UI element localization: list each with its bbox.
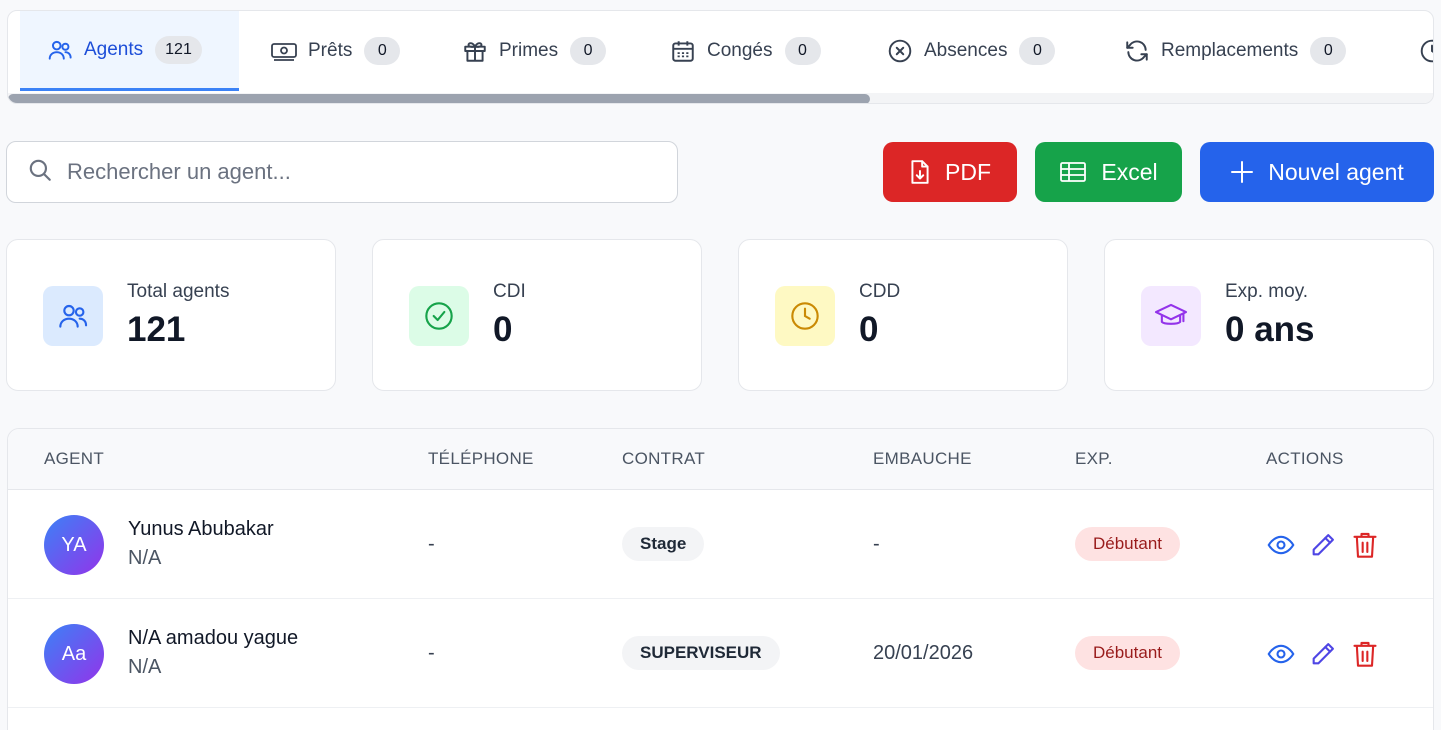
tab-label: Primes [499,40,559,61]
stat-label: Total agents [127,281,230,302]
column-header-agent[interactable]: AGENT [44,449,104,469]
agent-name[interactable]: Yunus Abubakar [128,518,274,541]
tab-remplacements[interactable]: Remplacements 0 [1123,11,1347,91]
tab-label: Remplacements [1161,40,1299,61]
tab-prets[interactable]: Prêts 0 [270,11,401,91]
experience-badge: Débutant [1075,527,1180,561]
stat-exp-moy: Exp. moy. 0 ans [1104,239,1434,391]
users-icon [43,286,103,346]
users-icon [46,36,74,64]
agent-name[interactable]: N/A amadou yague [128,627,298,650]
x-circle-icon [886,37,914,65]
agent-subtitle: N/A [128,547,162,569]
gift-icon [461,37,489,65]
search-input[interactable] [67,159,627,185]
clock-icon [1418,37,1433,65]
stat-total-agents: Total agents 121 [6,239,336,391]
edit-pencil-icon[interactable] [1308,639,1338,669]
check-circle-icon [409,286,469,346]
banknote-icon [270,37,298,65]
delete-trash-icon[interactable] [1350,639,1380,669]
file-download-icon [909,159,931,185]
sheet-icon [1059,160,1087,184]
tab-label: Congés [707,40,773,61]
tab-primes[interactable]: Primes 0 [461,11,607,91]
agent-phone: - [428,642,435,664]
stat-value: 0 [493,310,513,349]
avatar: YA [44,515,104,575]
column-header-actions: ACTIONS [1266,449,1344,468]
scrollbar-thumb[interactable] [8,94,870,103]
refresh-icon [1123,37,1151,65]
agent-phone: - [428,533,435,555]
tab-count: 0 [1019,37,1056,65]
hire-date: - [873,533,880,555]
excel-label: Excel [1101,158,1158,185]
avatar: Aa [44,624,104,684]
tab-count: 0 [570,37,607,65]
tab-count: 0 [784,37,821,65]
edit-pencil-icon[interactable] [1308,530,1338,560]
experience-badge: Débutant [1075,636,1180,670]
stat-cdd: CDD 0 [738,239,1068,391]
new-agent-label: Nouvel agent [1268,158,1404,185]
stat-label: CDI [493,281,526,302]
new-agent-button[interactable]: Nouvel agent [1200,142,1434,202]
stat-label: Exp. moy. [1225,281,1309,302]
stat-cdi: CDI 0 [372,239,702,391]
stat-value: 121 [127,310,186,349]
stat-label: CDD [859,281,901,302]
table-header: AGENT TÉLÉPHONE CONTRAT EMBAUCHE EXP. AC… [8,429,1433,490]
stat-value: 0 [859,310,879,349]
pdf-label: PDF [945,158,991,185]
contract-badge: Stage [622,527,705,561]
hire-date: 20/01/2026 [873,642,974,664]
search-box[interactable] [6,141,678,203]
view-eye-icon[interactable] [1266,530,1296,560]
column-header-exp[interactable]: EXP. [1075,449,1113,469]
stat-value: 0 ans [1225,310,1315,349]
tab-count: 0 [364,37,401,65]
delete-trash-icon[interactable] [1350,530,1380,560]
tab-count: 121 [155,35,202,64]
agent-subtitle: N/A [128,656,162,678]
column-header-embauche[interactable]: EMBAUCHE [873,449,972,469]
tab-agents[interactable]: Agents 121 [20,11,239,91]
clock-icon [775,286,835,346]
plus-icon [1230,160,1254,184]
tab-more[interactable] [1418,11,1433,91]
tab-bar: Agents 121 Prêts 0 Primes 0 Congés 0 Abs… [7,10,1434,104]
export-pdf-button[interactable]: PDF [883,142,1017,202]
table-row[interactable]: YA Yunus Abubakar N/A - Stage - Débutant [8,490,1433,599]
tab-label: Absences [924,40,1008,61]
agents-table: AGENT TÉLÉPHONE CONTRAT EMBAUCHE EXP. AC… [7,428,1434,730]
export-excel-button[interactable]: Excel [1035,142,1182,202]
table-row[interactable]: Aa N/A amadou yague N/A - SUPERVISEUR 20… [8,599,1433,708]
tab-label: Agents [84,38,144,60]
view-eye-icon[interactable] [1266,639,1296,669]
tab-absences[interactable]: Absences 0 [886,11,1056,91]
tab-conges[interactable]: Congés 0 [669,11,821,91]
column-header-telephone[interactable]: TÉLÉPHONE [428,449,534,469]
column-header-contrat[interactable]: CONTRAT [622,449,705,469]
search-icon [27,157,53,188]
tab-count: 0 [1310,37,1347,65]
contract-badge: SUPERVISEUR [622,636,780,670]
tab-label: Prêts [308,40,353,61]
calendar-icon [669,37,697,65]
graduation-cap-icon [1141,286,1201,346]
